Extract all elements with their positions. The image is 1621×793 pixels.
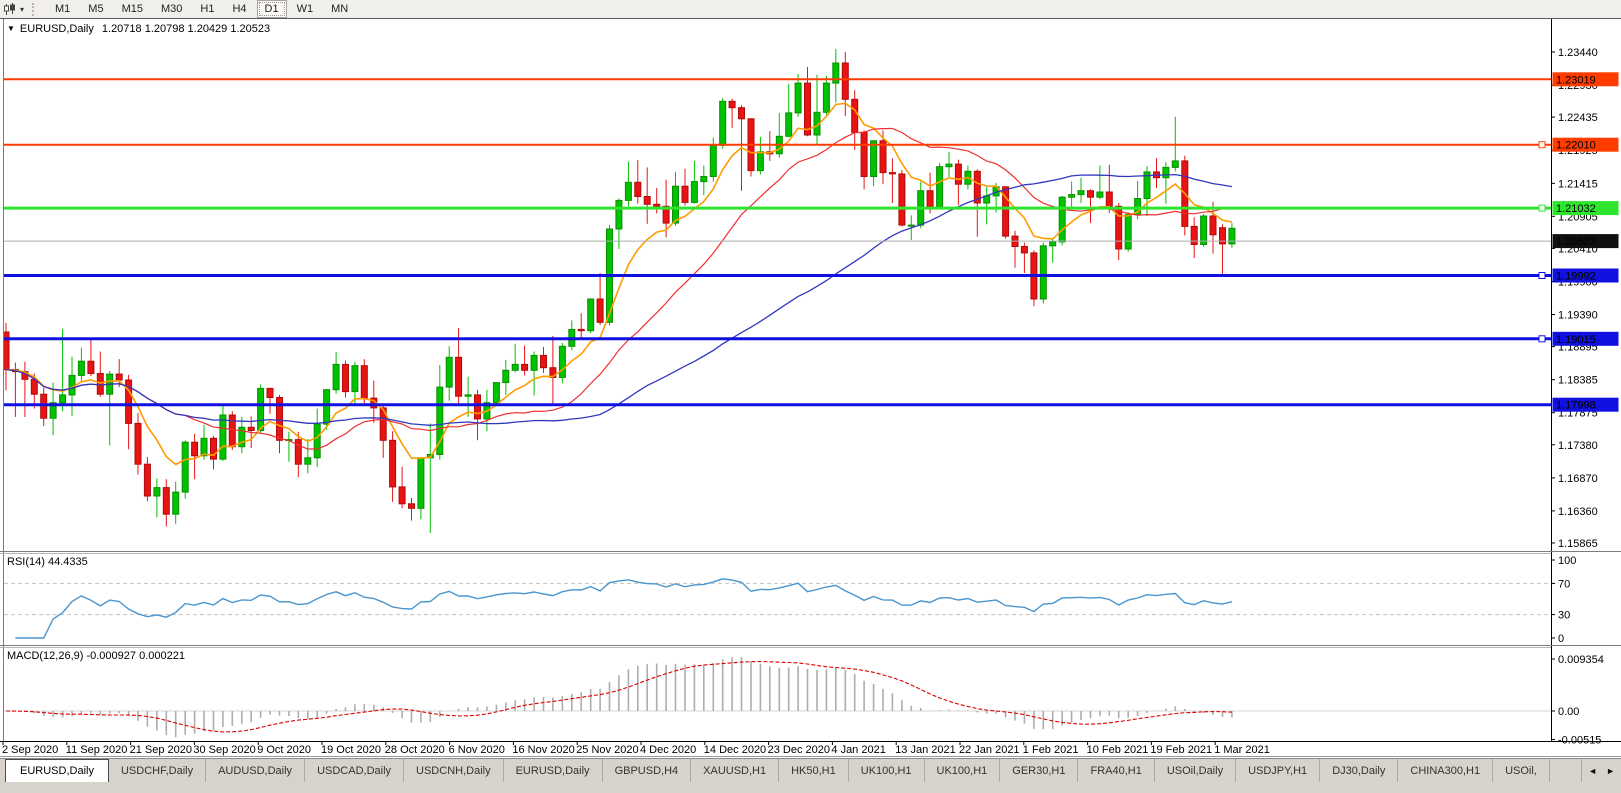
terminal-window: ▾ M1M5M15M30H1H4D1W1MN 1.234401.229301.2… xyxy=(0,0,1621,793)
chevron-down-icon[interactable]: ▾ xyxy=(20,5,24,14)
chart-canvas[interactable]: 1.234401.229301.224351.219251.214151.209… xyxy=(0,0,1621,793)
price-axis[interactable]: 1.234401.229301.224351.219251.214151.209… xyxy=(1551,47,1604,747)
svg-text:100: 100 xyxy=(1558,555,1576,567)
macd-pane xyxy=(4,657,1551,737)
symbol-period-label: EURUSD,Daily xyxy=(20,23,94,35)
hlines-layer[interactable] xyxy=(4,79,1551,404)
svg-text:1.19992: 1.19992 xyxy=(1556,271,1596,283)
svg-text:1.17380: 1.17380 xyxy=(1558,440,1598,452)
timeframe-button-m1[interactable]: M1 xyxy=(47,0,78,18)
svg-text:1.19390: 1.19390 xyxy=(1558,310,1598,322)
tab-ger30-h1[interactable]: GER30,H1 xyxy=(1000,759,1078,782)
svg-text:1.18385: 1.18385 xyxy=(1558,375,1598,387)
svg-text:70: 70 xyxy=(1558,578,1570,590)
tab-uk100-h1[interactable]: UK100,H1 xyxy=(849,759,925,782)
timeframe-button-m5[interactable]: M5 xyxy=(80,0,111,18)
timeframe-button-h4[interactable]: H4 xyxy=(224,0,254,18)
svg-text:1.22435: 1.22435 xyxy=(1558,112,1598,124)
svg-text:19 Oct 2020: 19 Oct 2020 xyxy=(321,744,381,756)
macd-indicator-label: MACD(12,26,9) -0.000927 0.000221 xyxy=(7,650,185,662)
timeframe-button-d1[interactable]: D1 xyxy=(257,0,287,18)
svg-text:1.17998: 1.17998 xyxy=(1556,400,1596,412)
tab-eurusd-daily[interactable]: EURUSD,Daily xyxy=(504,759,603,782)
candles-layer xyxy=(3,49,1235,533)
rsi-indicator-label: RSI(14) 44.4335 xyxy=(7,556,88,568)
collapse-chart-icon[interactable]: ▼ xyxy=(7,24,15,33)
svg-text:1.15865: 1.15865 xyxy=(1558,538,1598,550)
svg-text:21 Sep 2020: 21 Sep 2020 xyxy=(130,744,192,756)
svg-text:0: 0 xyxy=(1558,633,1564,645)
tab-xauusd-h1[interactable]: XAUUSD,H1 xyxy=(691,759,779,782)
svg-text:0.00: 0.00 xyxy=(1558,706,1579,718)
chart-tab-bar: EURUSD,DailyUSDCHF,DailyAUDUSD,DailyUSDC… xyxy=(0,758,1621,782)
svg-text:9 Oct 2020: 9 Oct 2020 xyxy=(257,744,311,756)
svg-text:2 Sep 2020: 2 Sep 2020 xyxy=(2,744,58,756)
svg-text:1.21032: 1.21032 xyxy=(1556,203,1596,215)
svg-text:1.16360: 1.16360 xyxy=(1558,506,1598,518)
tab-usdcad-daily[interactable]: USDCAD,Daily xyxy=(305,759,404,782)
svg-text:1.22010: 1.22010 xyxy=(1556,140,1596,152)
timeframe-button-mn[interactable]: MN xyxy=(323,0,356,18)
tab-dj30-daily[interactable]: DJ30,Daily xyxy=(1320,759,1398,782)
svg-text:1.20523: 1.20523 xyxy=(1556,236,1596,248)
svg-text:22 Jan 2021: 22 Jan 2021 xyxy=(959,744,1020,756)
svg-text:1 Mar 2021: 1 Mar 2021 xyxy=(1214,744,1270,756)
svg-text:30: 30 xyxy=(1558,610,1570,622)
timeframe-button-h1[interactable]: H1 xyxy=(192,0,222,18)
status-strip xyxy=(0,782,1621,793)
svg-text:1.23019: 1.23019 xyxy=(1556,74,1596,86)
timeframe-button-m30[interactable]: M30 xyxy=(153,0,190,18)
tab-eurusd-daily[interactable]: EURUSD,Daily xyxy=(5,759,109,782)
candlestick-chart-icon[interactable] xyxy=(3,3,16,16)
svg-text:6 Nov 2020: 6 Nov 2020 xyxy=(449,744,505,756)
timeframe-button-m15[interactable]: M15 xyxy=(114,0,151,18)
svg-text:23 Dec 2020: 23 Dec 2020 xyxy=(768,744,830,756)
tab-usoil[interactable]: USOil, xyxy=(1493,759,1550,782)
tab-scroll-right-icon[interactable]: ► xyxy=(1606,766,1615,776)
svg-text:14 Dec 2020: 14 Dec 2020 xyxy=(704,744,766,756)
svg-text:1.19015: 1.19015 xyxy=(1556,334,1596,346)
date-axis[interactable]: 2 Sep 2020 11 Sep 202021 Sep 202030 Sep 2… xyxy=(2,742,1270,756)
svg-text:1.16870: 1.16870 xyxy=(1558,473,1598,485)
svg-text:19 Feb 2021: 19 Feb 2021 xyxy=(1150,744,1212,756)
svg-text:30 Sep 2020: 30 Sep 2020 xyxy=(193,744,255,756)
timeframe-toolbar: ▾ M1M5M15M30H1H4D1W1MN xyxy=(0,0,1621,18)
tab-scroll-left-icon[interactable]: ◄ xyxy=(1588,766,1597,776)
tab-hk50-h1[interactable]: HK50,H1 xyxy=(779,759,849,782)
svg-text:-0.00515: -0.00515 xyxy=(1558,735,1601,747)
tab-china300-h1[interactable]: CHINA300,H1 xyxy=(1398,759,1493,782)
chart-title: ▼ EURUSD,Daily 1.20718 1.20798 1.20429 1.2… xyxy=(7,23,270,35)
tab-usdcnh-daily[interactable]: USDCNH,Daily xyxy=(404,759,504,782)
tab-scroll-buttons: ◄ ► xyxy=(1581,759,1621,782)
svg-text:11 Sep 2020: 11 Sep 2020 xyxy=(66,744,128,756)
tab-usoil-daily[interactable]: USOil,Daily xyxy=(1155,759,1236,782)
svg-text:1.23440: 1.23440 xyxy=(1558,47,1598,59)
rsi-pane xyxy=(4,579,1551,638)
svg-text:1 Feb 2021: 1 Feb 2021 xyxy=(1023,744,1079,756)
svg-text:28 Oct 2020: 28 Oct 2020 xyxy=(385,744,445,756)
svg-text:4 Jan 2021: 4 Jan 2021 xyxy=(831,744,885,756)
svg-text:25 Nov 2020: 25 Nov 2020 xyxy=(576,744,638,756)
tab-audusd-daily[interactable]: AUDUSD,Daily xyxy=(206,759,305,782)
timeframe-button-w1[interactable]: W1 xyxy=(289,0,322,18)
ma-fast-line xyxy=(6,103,1232,464)
tab-usdchf-daily[interactable]: USDCHF,Daily xyxy=(109,759,206,782)
tab-fra40-h1[interactable]: FRA40,H1 xyxy=(1078,759,1154,782)
tab-uk100-h1[interactable]: UK100,H1 xyxy=(925,759,1001,782)
ohlc-values: 1.20718 1.20798 1.20429 1.20523 xyxy=(102,23,270,35)
timeframe-buttons: M1M5M15M30H1H4D1W1MN xyxy=(46,0,357,18)
svg-text:0.009354: 0.009354 xyxy=(1558,654,1604,666)
svg-text:4 Dec 2020: 4 Dec 2020 xyxy=(640,744,696,756)
svg-text:1.21415: 1.21415 xyxy=(1558,178,1598,190)
svg-text:16 Nov 2020: 16 Nov 2020 xyxy=(512,744,574,756)
tab-gbpusd-h4[interactable]: GBPUSD,H4 xyxy=(603,759,692,782)
svg-text:13 Jan 2021: 13 Jan 2021 xyxy=(895,744,956,756)
svg-text:10 Feb 2021: 10 Feb 2021 xyxy=(1087,744,1149,756)
tab-usdjpy-h1[interactable]: USDJPY,H1 xyxy=(1236,759,1320,782)
toolbar-grip xyxy=(32,3,38,16)
